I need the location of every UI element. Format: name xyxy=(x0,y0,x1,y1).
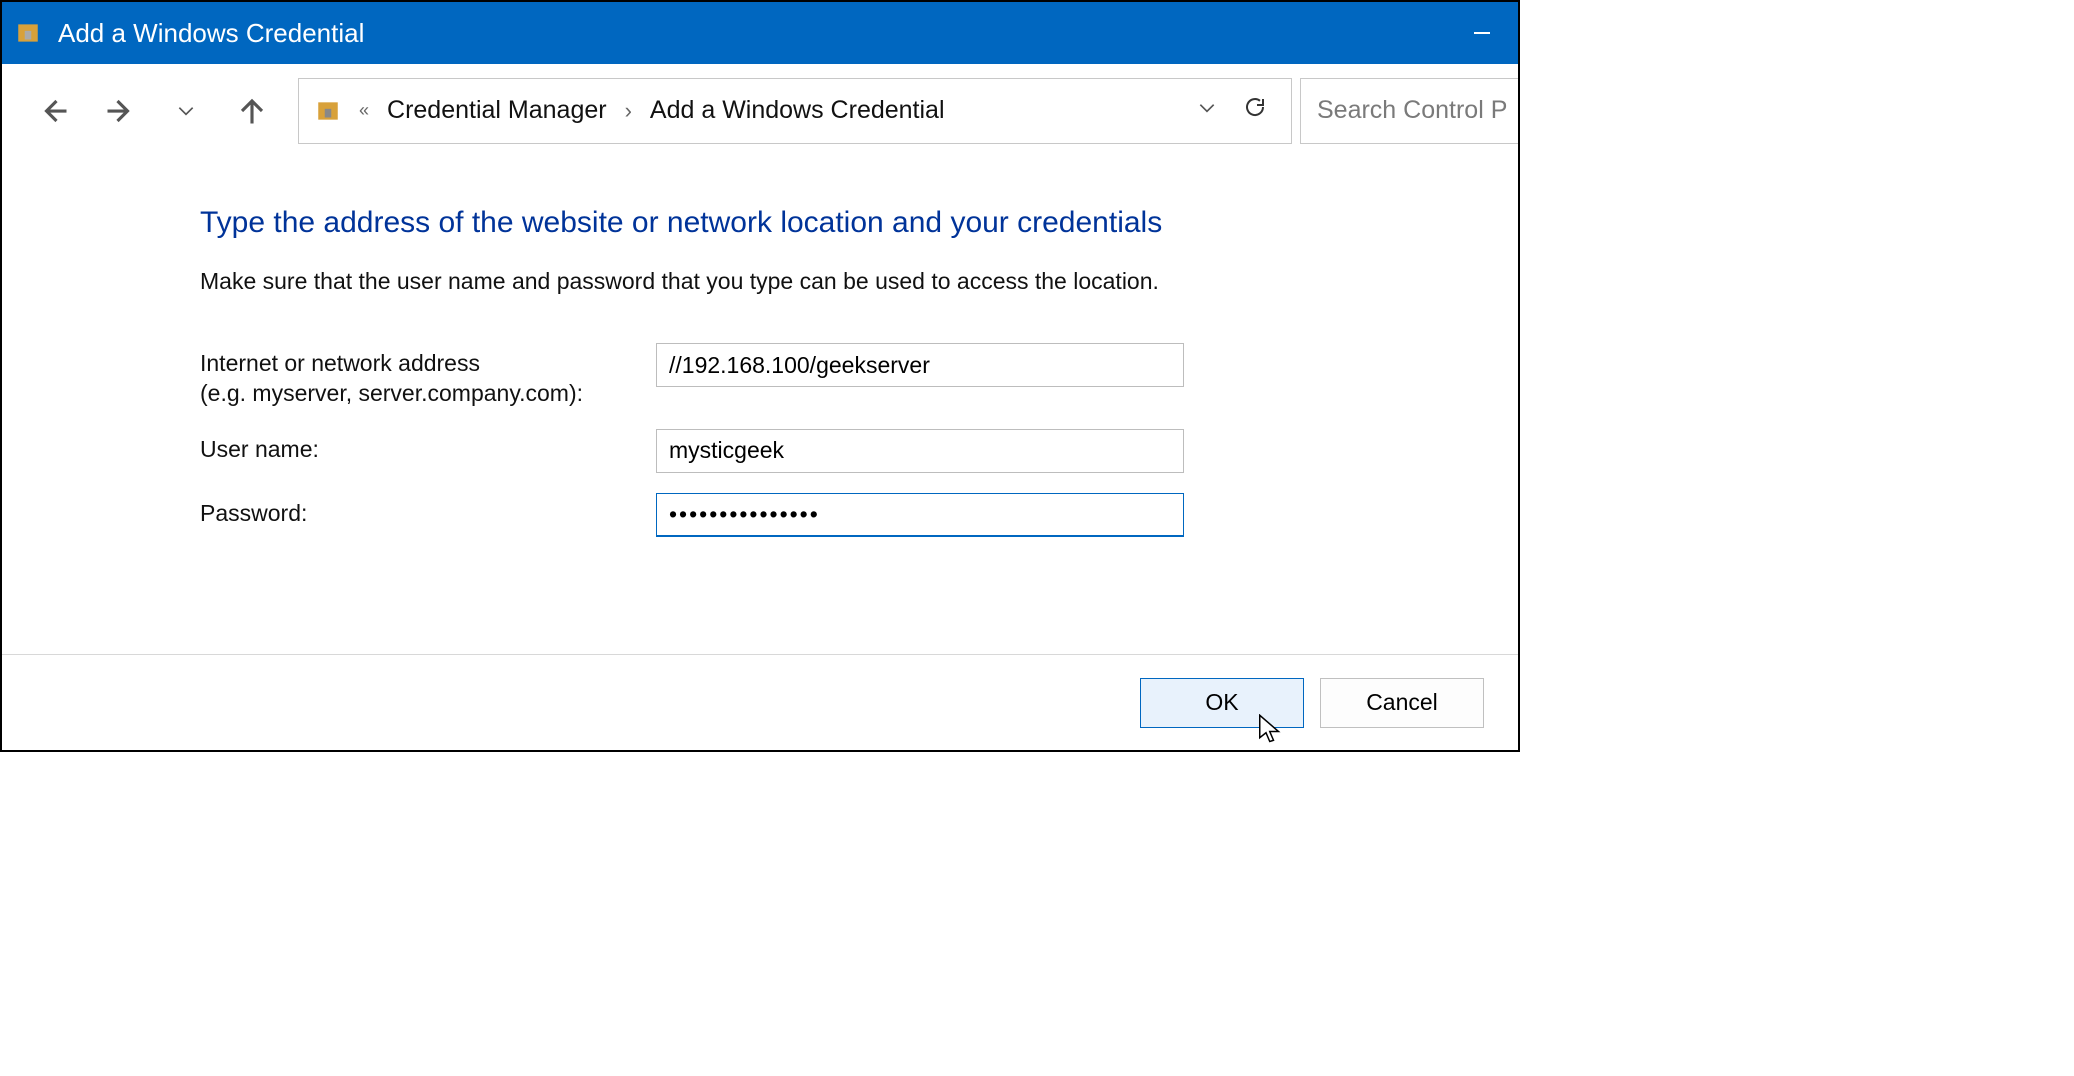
cancel-button[interactable]: Cancel xyxy=(1320,678,1484,728)
up-button[interactable] xyxy=(228,87,276,135)
vault-icon xyxy=(307,98,349,124)
username-input[interactable] xyxy=(656,429,1184,473)
password-row: Password: xyxy=(200,493,1518,537)
window-title: Add a Windows Credential xyxy=(58,18,364,49)
breadcrumb-credential-manager[interactable]: Credential Manager xyxy=(379,96,615,125)
address-bar[interactable]: « Credential Manager › Add a Windows Cre… xyxy=(298,78,1292,144)
ok-button[interactable]: OK xyxy=(1140,678,1304,728)
username-label: User name: xyxy=(200,429,656,465)
titlebar: Add a Windows Credential xyxy=(2,2,1518,64)
username-row: User name: xyxy=(200,429,1518,473)
address-row: Internet or network address (e.g. myserv… xyxy=(200,343,1518,409)
page-subtext: Make sure that the user name and passwor… xyxy=(200,268,1518,295)
search-input[interactable]: Search Control P xyxy=(1300,78,1518,144)
address-label: Internet or network address (e.g. myserv… xyxy=(200,343,656,409)
back-button[interactable] xyxy=(30,87,78,135)
refresh-button[interactable] xyxy=(1227,95,1283,126)
vault-icon xyxy=(14,19,42,47)
address-history-button[interactable] xyxy=(1187,96,1227,125)
search-placeholder: Search Control P xyxy=(1317,96,1507,125)
nav-controls xyxy=(2,87,290,135)
address-input[interactable] xyxy=(656,343,1184,387)
main-content: Type the address of the website or netwo… xyxy=(2,158,1518,654)
breadcrumb-overflow-icon[interactable]: « xyxy=(349,100,379,121)
minimize-button[interactable] xyxy=(1454,11,1510,55)
recent-locations-button[interactable] xyxy=(162,87,210,135)
footer: OK Cancel xyxy=(2,654,1518,750)
chevron-right-icon: › xyxy=(615,98,642,124)
page-heading: Type the address of the website or netwo… xyxy=(200,206,1518,240)
password-input[interactable] xyxy=(656,493,1184,537)
password-label: Password: xyxy=(200,493,656,529)
breadcrumb-add-credential[interactable]: Add a Windows Credential xyxy=(642,96,953,125)
navbar: « Credential Manager › Add a Windows Cre… xyxy=(2,64,1518,158)
credential-window: Add a Windows Credential « xyxy=(0,0,1520,752)
forward-button[interactable] xyxy=(96,87,144,135)
